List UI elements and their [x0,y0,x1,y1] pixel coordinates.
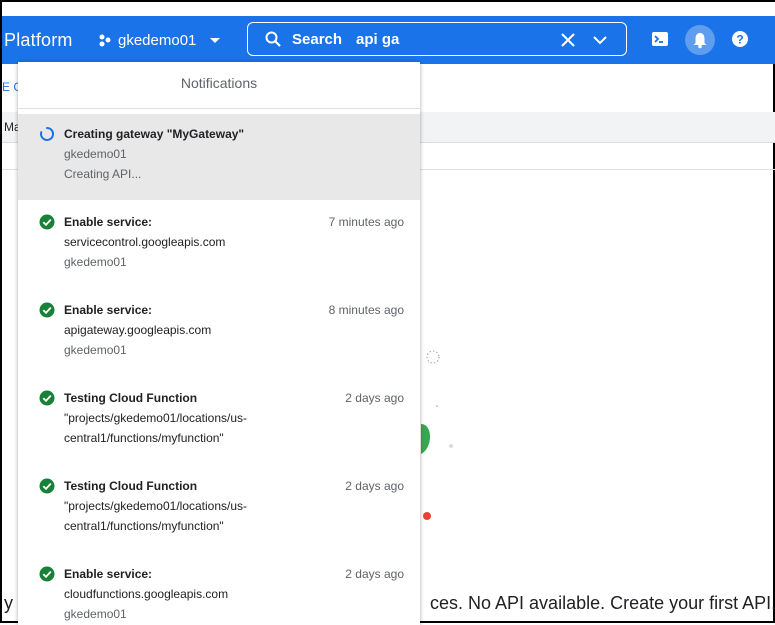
bell-icon [693,33,707,49]
check-circle-icon [39,214,55,230]
notification-time: 2 days ago [345,391,404,405]
notification-detail-cont: central1/functions/myfunction" [64,431,224,445]
notification-time: 2 days ago [345,479,404,493]
notification-detail: "projects/gkedemo01/locations/us- [64,499,248,513]
notification-title: Creating gateway "MyGateway" [64,127,245,141]
svg-text:?: ? [736,33,743,47]
notification-detail: servicecontrol.googleapis.com [64,235,226,249]
project-selector[interactable]: gkedemo01 [98,31,224,49]
platform-brand[interactable]: Platform [4,30,73,51]
help-icon[interactable]: ? [731,30,749,48]
search-input[interactable] [356,30,547,48]
notification-time: 8 minutes ago [328,303,404,317]
progress-spinner-icon [40,126,54,141]
empty-state-text-left: y [4,593,13,613]
clear-search-icon[interactable] [558,30,578,50]
notification-project: gkedemo01 [64,607,127,621]
cloud-shell-icon[interactable] [651,30,669,48]
chevron-down-icon[interactable] [590,30,610,50]
notification-status: Creating API... [64,167,142,181]
dropdown-arrow-icon [210,38,221,43]
search-box[interactable]: Search [247,22,627,56]
notifications-button[interactable] [685,25,715,55]
check-circle-icon [39,390,55,406]
search-label: Search [292,30,343,48]
search-icon [265,31,281,47]
top-bar: Platform gkedemo01 Search api ga ? [2,16,775,64]
notification-item[interactable]: Testing Cloud Function "projects/gkedemo… [18,376,420,464]
notification-item[interactable]: Enable service: apigateway.googleapis.co… [18,288,420,376]
notification-detail: apigateway.googleapis.com [64,323,212,337]
notification-detail-cont: central1/functions/myfunction" [64,519,224,533]
notification-item[interactable]: Enable service: servicecontrol.googleapi… [18,200,420,288]
notifications-title: Notifications [18,62,420,109]
project-name: gkedemo01 [118,31,197,49]
notification-time: 2 days ago [345,567,404,581]
notification-project: gkedemo01 [64,255,127,269]
check-circle-icon [39,302,55,318]
project-dots-icon [99,34,111,47]
empty-state-message: ces. No API available. Create your first… [430,593,775,613]
notification-item[interactable]: Enable service: cloudfunctions.googleapi… [18,552,420,625]
notification-item[interactable]: Creating gateway "MyGateway" gkedemo01 C… [18,114,420,200]
notification-project: gkedemo01 [64,147,127,161]
notification-time: 7 minutes ago [328,215,404,229]
notification-detail: cloudfunctions.googleapis.com [64,587,229,601]
check-circle-icon [39,566,55,582]
notifications-panel: Notifications Creating gateway "MyGatewa… [18,62,420,625]
notification-item[interactable]: Testing Cloud Function "projects/gkedemo… [18,464,420,552]
browser-strip [2,2,775,16]
notification-detail: "projects/gkedemo01/locations/us- [64,411,248,425]
notification-project: gkedemo01 [64,343,127,357]
check-circle-icon [39,478,55,494]
